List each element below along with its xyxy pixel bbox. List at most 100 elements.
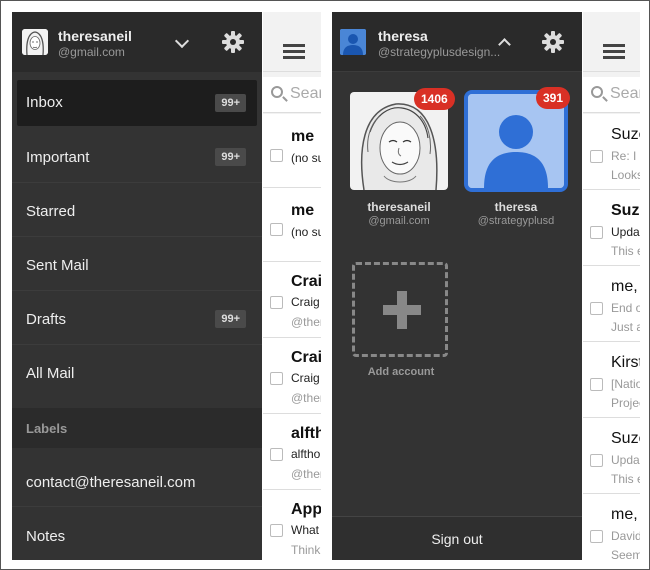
mail-checkbox[interactable] [270,149,283,162]
unread-count-badge: 391 [536,87,571,109]
unread-count-badge: 99+ [215,94,246,112]
account-header[interactable]: theresa @strategyplusdesign... [332,12,582,72]
nav-item-label: contact@theresaneil.com [26,474,196,491]
mail-checkbox[interactable] [590,150,603,163]
nav-item-label: Notes [26,528,66,545]
search-icon [271,86,283,98]
mail-snippet: @ther [291,315,321,329]
mail-snippet: Projec [611,396,640,410]
mail-sender: Kirst [611,354,640,371]
mail-snippet: Think [291,543,321,557]
search-input[interactable]: Sear [290,85,321,103]
account-header[interactable]: theresaneil @gmail.com [12,12,262,72]
nav-item-important[interactable]: Important 99+ [12,129,262,183]
mail-sender: me [291,128,315,145]
nav-item-drafts[interactable]: Drafts 99+ [12,291,262,345]
mail-subject: (no su [291,151,321,165]
settings-gear-icon[interactable] [222,31,244,53]
mail-sender: me, [611,278,638,295]
mail-sender: Suze [611,126,640,143]
mail-checkbox[interactable] [590,454,603,467]
mail-row[interactable]: Crai Craig @ther [263,262,321,338]
nav-item-inbox[interactable]: Inbox 99+ [17,80,257,126]
mail-row[interactable]: Suze Upda This e [583,418,640,494]
mail-row[interactable]: me, End o Just a [583,266,640,342]
mail-row[interactable]: me (no su [263,188,321,262]
nav-item-label-contact[interactable]: contact@theresaneil.com [12,453,262,507]
mail-row[interactable]: alfth alftho @ther [263,414,321,490]
labels-section-header: Labels [12,408,262,448]
mail-sender: App [291,501,321,518]
mail-sender: Crai [291,273,321,290]
mail-checkbox[interactable] [590,530,603,543]
mail-row[interactable]: Crai Craig @ther [263,338,321,414]
menu-icon[interactable] [283,44,305,62]
mail-subject: Re: I c [611,149,640,163]
mail-list-right: Sear Suze Re: I c Looks Suze Upda This e… [583,12,640,560]
mail-subject: Upda [611,453,640,467]
plus-icon-bar [383,305,421,315]
add-account-button[interactable] [352,262,448,357]
mail-row[interactable]: App What Think [263,490,321,560]
mail-checkbox[interactable] [270,372,283,385]
account-tile-name: theresaneil [367,200,431,214]
nav-item-sent-mail[interactable]: Sent Mail [12,237,262,291]
mail-snippet: This e [611,244,640,258]
mail-subject: Craig [291,295,320,309]
nav-item-starred[interactable]: Starred [12,183,262,237]
account-tile-email: @strategyplusd [477,215,555,227]
nav-item-label: Sent Mail [26,257,89,274]
mail-row[interactable]: Kirst [Natio Projec [583,342,640,418]
mail-checkbox[interactable] [270,223,283,236]
nav-item-label-notes[interactable]: Notes [12,507,262,560]
menu-icon[interactable] [603,44,625,62]
chevron-down-icon[interactable] [174,33,190,49]
mail-checkbox[interactable] [590,378,603,391]
account-tile-theresa[interactable]: 391 [464,87,571,192]
mail-subject: (no su [291,225,321,239]
account-switcher-drawer: theresa @strategyplusdesign... 1406 ther… [332,12,582,560]
mail-subject: End o [611,301,640,315]
mail-subject: Upda [611,225,640,239]
unread-count-badge: 1406 [414,88,455,110]
unread-count-badge: 99+ [215,310,246,328]
mail-row[interactable]: Suze Upda This e [583,190,640,266]
mail-sender: alfth [291,425,321,442]
navigation-drawer: theresaneil @gmail.com Inbox 99+ Importa… [12,12,262,560]
account-tile-theresaneil[interactable]: 1406 [350,88,455,192]
screenshot-frame: Sear me (no su me (no su Crai Craig @the… [0,0,650,570]
account-tile-name: theresa [494,200,538,214]
account-email: @gmail.com [58,45,125,59]
mail-checkbox[interactable] [270,524,283,537]
mail-snippet: Looks [611,168,640,182]
mail-subject: [Natio [611,377,640,391]
sign-out-button[interactable]: Sign out [332,516,582,560]
nav-item-label: Inbox [26,94,63,111]
mail-row[interactable]: Suze Re: I c Looks [583,114,640,190]
toolbar [263,12,321,72]
search-bar[interactable]: Sear [583,77,640,113]
mail-checkbox[interactable] [270,448,283,461]
mail-checkbox[interactable] [590,302,603,315]
nav-item-label: All Mail [26,365,75,382]
account-email: @strategyplusdesign... [378,45,501,59]
search-bar[interactable]: Sear [263,77,321,113]
settings-gear-icon[interactable] [542,31,564,53]
mail-sender: me [291,202,315,219]
account-tile-email: @gmail.com [368,215,430,227]
search-icon [591,86,603,98]
mail-snippet: @ther [291,391,321,405]
mail-row[interactable]: me, David Seem [583,494,640,560]
mail-row[interactable]: me (no su [263,114,321,188]
nav-item-label: Starred [26,203,76,220]
mail-checkbox[interactable] [590,226,603,239]
mail-sender: Crai [291,349,321,366]
avatar [340,29,366,55]
mail-list-left: Sear me (no su me (no su Crai Craig @the… [263,12,321,560]
avatar [22,29,48,55]
mail-subject: What [291,523,320,537]
mail-checkbox[interactable] [270,296,283,309]
nav-item-all-mail[interactable]: All Mail [12,345,262,399]
nav-item-label: Important [26,149,90,166]
search-input[interactable]: Sear [610,85,640,103]
